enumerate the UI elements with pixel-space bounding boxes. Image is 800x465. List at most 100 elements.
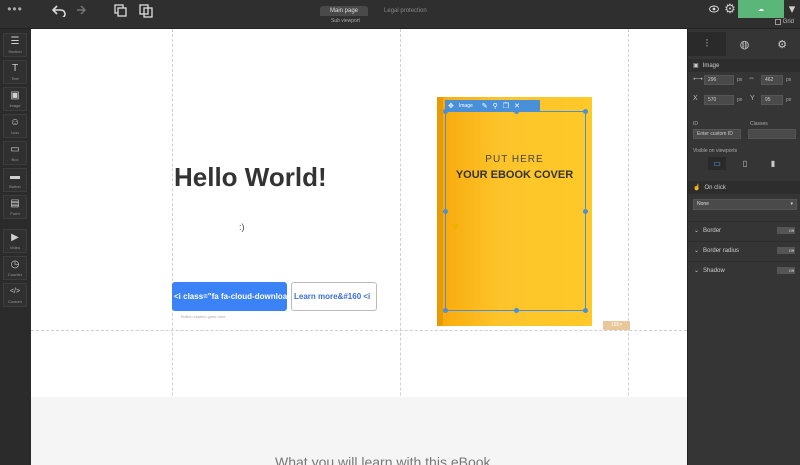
mobile-icon: ▮ xyxy=(770,159,776,168)
id-label: ID xyxy=(693,121,698,127)
id-input[interactable]: Enter custom ID xyxy=(693,129,741,139)
learn-more-button[interactable]: Learn more&#160 <i xyxy=(291,282,377,311)
size-tag: 155× xyxy=(603,321,630,330)
settings-gear-icon[interactable]: ⚙ xyxy=(722,0,738,18)
element-type-tag: Image xyxy=(458,102,473,109)
border-row[interactable]: ⌄ Border Off xyxy=(688,221,800,239)
tool-sections[interactable]: ☰ Section xyxy=(3,33,27,57)
section-heading[interactable]: What you will learn with this eBook xyxy=(275,454,491,465)
resize-handle[interactable] xyxy=(443,109,448,114)
hero-title[interactable]: Hello World! xyxy=(174,162,327,193)
editor-canvas[interactable]: Hello World! :) <i class="fa fa-cloud-do… xyxy=(31,29,687,465)
image-icon: ▣ xyxy=(10,89,20,101)
shadow-toggle[interactable]: Off xyxy=(777,267,795,274)
resize-handle[interactable] xyxy=(583,109,588,114)
height-unit[interactable]: px xyxy=(786,77,791,83)
tab-legal-protection[interactable]: Legal protection xyxy=(374,6,437,16)
tool-counter[interactable]: ◷ Counter xyxy=(3,256,27,280)
box-icon: ▭ xyxy=(10,143,20,155)
form-icon: ▤ xyxy=(10,197,20,209)
width-input[interactable]: 296 xyxy=(704,75,734,85)
border-radius-row[interactable]: ⌄ Border radius Off xyxy=(688,241,800,259)
gear-icon: ⚙ xyxy=(777,38,788,51)
publish-button[interactable]: ☁ xyxy=(738,0,784,18)
y-unit[interactable]: px xyxy=(786,97,791,103)
onclick-select[interactable]: None ▾ xyxy=(693,199,797,210)
guide-line xyxy=(31,330,687,331)
properties-panel: ⫶ ◍ ⚙ ▣ Image ⟷ 296 px ⇔ 462 px X 570 px… xyxy=(687,29,800,465)
counter-icon: ◷ xyxy=(10,258,20,270)
tab-main-page[interactable]: Main page xyxy=(320,6,369,16)
video-icon: ▶ xyxy=(11,231,19,243)
visible-on-label: Visible on viewports xyxy=(693,148,738,154)
copy-icon[interactable] xyxy=(112,4,130,22)
copy-icon[interactable]: ❐ xyxy=(503,102,509,110)
link-icon[interactable]: ⚲ xyxy=(493,102,498,110)
icon-icon: ☺ xyxy=(9,116,21,128)
grid-toggle[interactable]: Grid xyxy=(774,19,794,25)
button-caption: Button caption goes here xyxy=(181,314,226,319)
desktop-viewport-toggle[interactable]: ▭ xyxy=(708,157,726,170)
edit-pencil-icon[interactable]: ✎ xyxy=(482,102,488,110)
tool-custom-code[interactable]: </> Custom xyxy=(3,283,27,307)
hero-subtitle[interactable]: :) xyxy=(239,222,245,232)
resize-handle[interactable] xyxy=(583,209,588,214)
tool-video[interactable]: ▶ Video xyxy=(3,229,27,253)
aspect-lock-icon[interactable]: ⇔ xyxy=(748,75,755,82)
user-icon[interactable]: ▾ xyxy=(784,0,800,18)
resize-handle[interactable] xyxy=(443,308,448,313)
section-onclick-header[interactable]: ☝ On click xyxy=(688,181,800,194)
classes-input[interactable] xyxy=(748,129,796,139)
width-unit[interactable]: px xyxy=(737,77,742,83)
button-icon: ▬ xyxy=(10,170,20,182)
sections-icon: ☰ xyxy=(10,35,20,47)
palette-icon: ◍ xyxy=(739,38,750,51)
element-toolbar: ✥ Image ✎ ⚲ ❐ ✕ xyxy=(445,100,540,111)
x-position-icon: X xyxy=(693,95,698,102)
selection-outline xyxy=(443,109,588,313)
duplicate-icon[interactable] xyxy=(137,4,155,22)
x-unit[interactable]: px xyxy=(737,97,742,103)
undo-icon[interactable] xyxy=(50,4,68,22)
download-button[interactable]: <i class="fa fa-cloud-download xyxy=(172,282,287,311)
x-position-input[interactable]: 570 xyxy=(704,95,734,105)
tab-style[interactable]: ◍ xyxy=(726,32,764,56)
resize-handle[interactable] xyxy=(583,308,588,313)
resize-handle[interactable] xyxy=(514,109,519,114)
redo-icon[interactable] xyxy=(70,4,88,22)
tablet-viewport-toggle[interactable]: ▯ xyxy=(736,157,754,170)
grid-checkbox[interactable] xyxy=(774,19,781,25)
section-image-header[interactable]: ▣ Image xyxy=(688,59,800,72)
tab-layout[interactable]: ⫶ xyxy=(688,32,726,56)
border-toggle[interactable]: Off xyxy=(777,227,795,234)
chevron-down-icon: ⌄ xyxy=(694,228,700,234)
y-position-icon: Y xyxy=(750,95,755,102)
sub-viewport-label[interactable]: Sub viewport xyxy=(331,18,360,24)
mobile-viewport-toggle[interactable]: ▮ xyxy=(764,157,782,170)
tablet-icon: ▯ xyxy=(742,159,748,168)
resize-handle[interactable] xyxy=(443,209,448,214)
cloud-upload-icon: ☁ xyxy=(758,6,764,13)
tool-image[interactable]: ▣ Image xyxy=(3,87,27,111)
pointer-icon: ☝ xyxy=(693,185,701,191)
width-icon: ⟷ xyxy=(693,76,704,83)
tool-box[interactable]: ▭ Box xyxy=(3,141,27,165)
chevron-down-icon: ⌄ xyxy=(694,248,700,254)
height-input[interactable]: 462 xyxy=(761,75,783,85)
image-icon: ▣ xyxy=(693,63,699,69)
border-radius-toggle[interactable]: Off xyxy=(777,247,795,254)
custom-code-icon: </> xyxy=(9,287,21,295)
resize-handle[interactable] xyxy=(514,308,519,313)
shadow-row[interactable]: ⌄ Shadow Off xyxy=(688,261,800,279)
tool-form[interactable]: ▤ Form xyxy=(3,195,27,219)
y-position-input[interactable]: 95 xyxy=(761,95,783,105)
menu-dots-icon[interactable]: ••• xyxy=(6,0,24,18)
preview-eye-icon[interactable] xyxy=(706,0,722,18)
tab-settings[interactable]: ⚙ xyxy=(763,32,800,56)
tool-button[interactable]: ▬ Button xyxy=(3,168,27,192)
move-icon[interactable]: ✥ xyxy=(448,102,454,110)
desktop-icon: ▭ xyxy=(713,159,721,168)
tool-text[interactable]: T Text xyxy=(3,60,27,84)
chevron-down-icon: ▾ xyxy=(790,201,793,207)
tool-icon[interactable]: ☺ Icon xyxy=(3,114,27,138)
